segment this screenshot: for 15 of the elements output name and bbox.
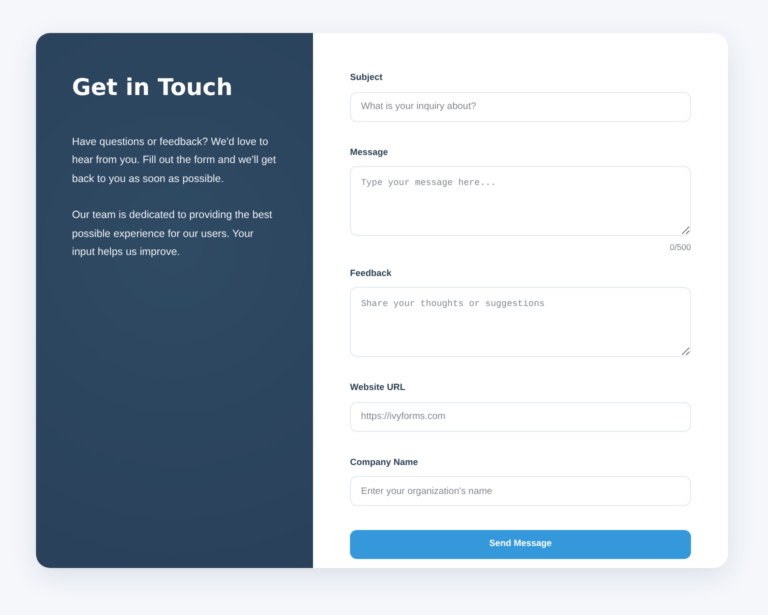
- field-label: Company Name: [350, 456, 420, 469]
- input-field[interactable]: Enter your organization's name: [350, 476, 691, 506]
- panel-title: Get in Touch: [72, 75, 234, 103]
- intro-paragraph: Have questions or feedback? We'd love to hear from you. Fill out the form and we'll get back to you as soon as possible.: [72, 134, 277, 187]
- field-label: Website URL: [350, 381, 406, 394]
- character-counter: 0/500: [668, 241, 691, 254]
- input-field[interactable]: What is your inquiry about?: [350, 92, 691, 122]
- input-field[interactable]: https://ivyforms.com: [350, 402, 691, 432]
- textarea-field[interactable]: Type your message here...: [350, 166, 691, 236]
- field-label: Message: [350, 146, 390, 159]
- send-button[interactable]: Send Message: [350, 530, 691, 558]
- textarea-field[interactable]: Share your thoughts or suggestions: [350, 287, 691, 358]
- field-label: Subject: [350, 71, 384, 84]
- intro-paragraph: Our team is dedicated to providing the best possible experience for our users. Your input helps us improve.: [72, 208, 274, 260]
- field-label: Feedback: [350, 266, 393, 280]
